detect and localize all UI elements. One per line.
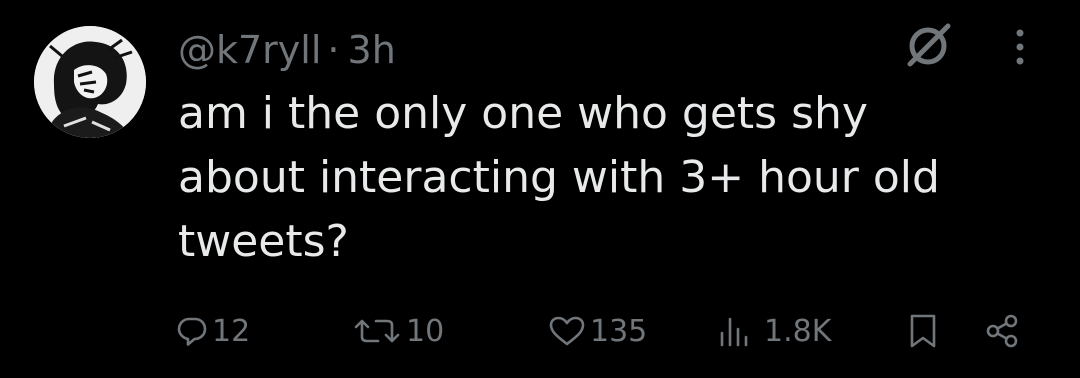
grok-icon[interactable]: [902, 18, 954, 70]
bookmark-button[interactable]: [906, 306, 940, 356]
tweet-text: am i the only one who gets shy about int…: [178, 88, 940, 267]
repost-count: 10: [406, 313, 445, 349]
bookmark-icon: [910, 314, 936, 348]
more-vertical-icon[interactable]: [1002, 26, 1038, 68]
share-icon: [986, 314, 1018, 348]
action-bar: 12 10 135 1.8K: [0, 306, 1080, 356]
post-header: @k7ryll · 3h: [178, 22, 396, 78]
reply-icon: [177, 317, 207, 346]
user-handle[interactable]: @k7ryll: [178, 28, 321, 72]
reply-count: 12: [212, 313, 251, 349]
like-button[interactable]: 135: [548, 306, 647, 356]
tweet[interactable]: @k7ryll · 3h am i the only one who gets …: [0, 0, 1080, 378]
post-time[interactable]: 3h: [348, 28, 396, 72]
heart-icon: [549, 316, 585, 346]
reply-button[interactable]: 12: [176, 306, 250, 356]
share-button[interactable]: [984, 306, 1020, 356]
views-button[interactable]: 1.8K: [716, 306, 831, 356]
repost-button[interactable]: 10: [352, 306, 444, 356]
separator: ·: [327, 28, 340, 72]
avatar-image: [34, 26, 146, 138]
view-count: 1.8K: [764, 313, 832, 349]
avatar[interactable]: [34, 26, 146, 138]
views-icon: [720, 317, 748, 347]
like-count: 135: [590, 313, 648, 349]
repost-icon: [354, 319, 400, 343]
